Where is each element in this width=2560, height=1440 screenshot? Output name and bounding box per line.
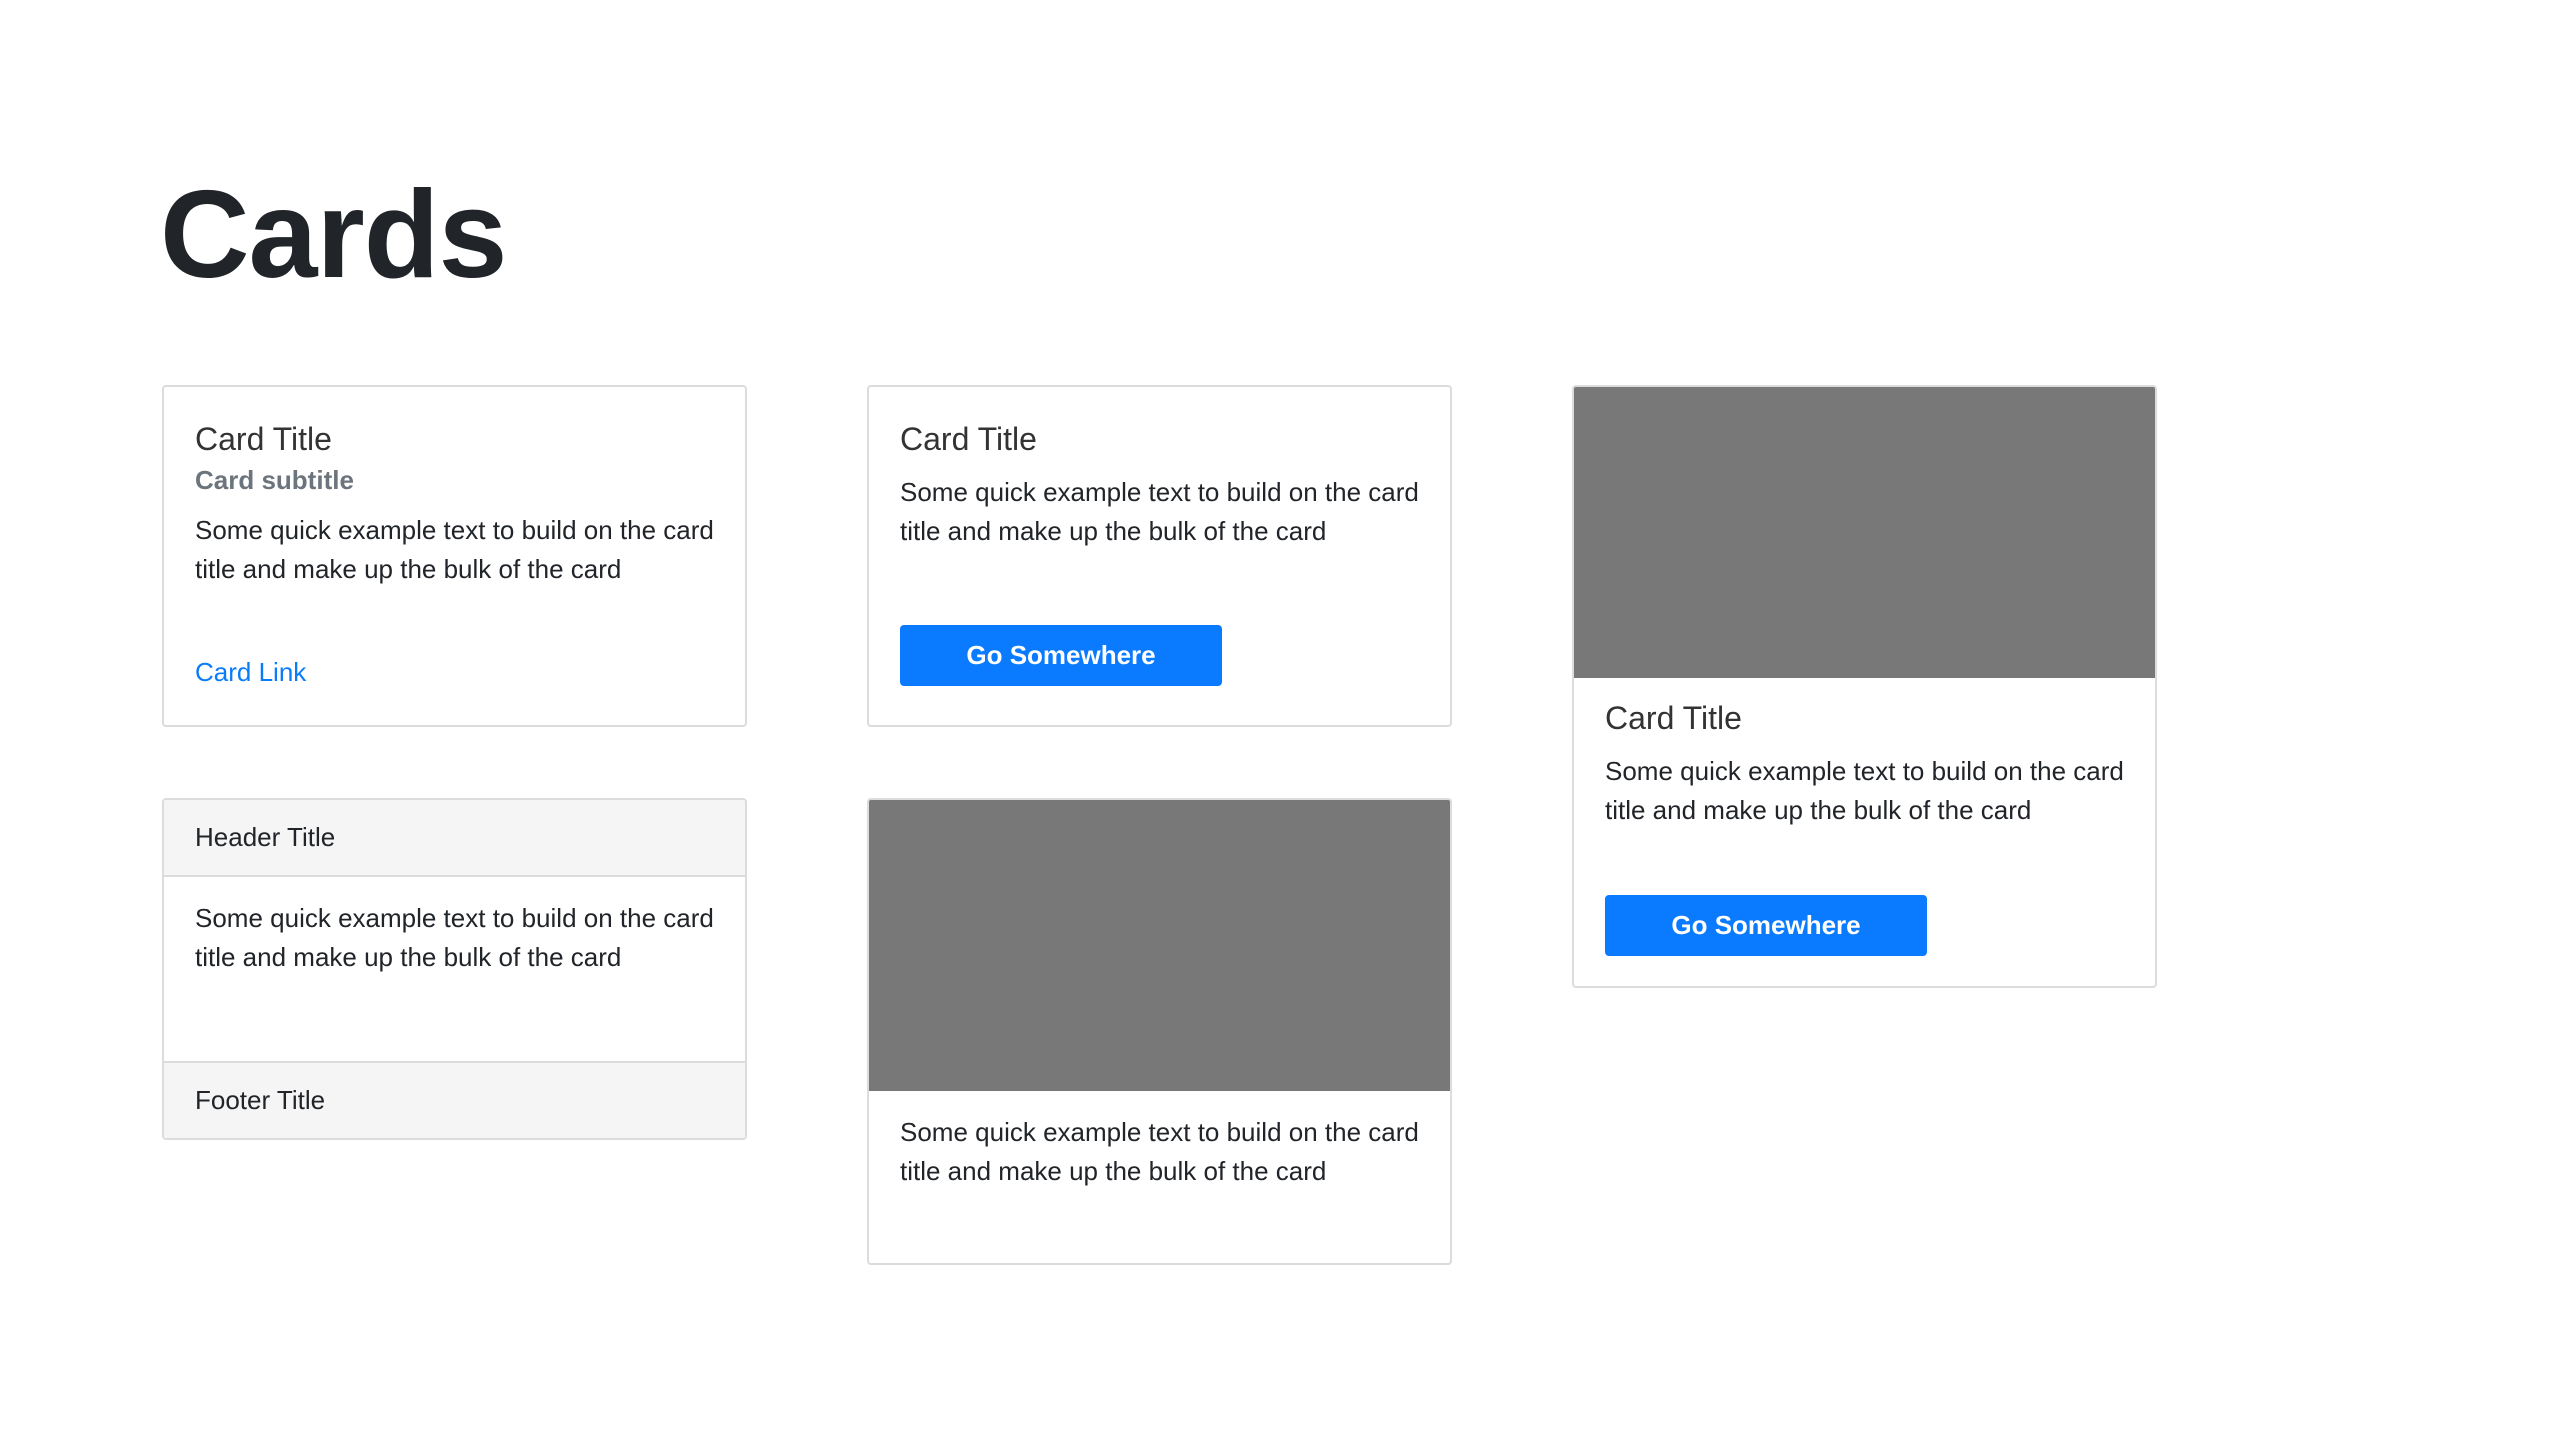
card-with-image: Some quick example text to build on the … <box>867 798 1452 1265</box>
card-footer: Footer Title <box>164 1061 745 1138</box>
card-title: Card Title <box>195 421 332 457</box>
card-image-placeholder <box>869 800 1450 1091</box>
card-body: Card Title Some quick example text to bu… <box>869 387 1450 551</box>
card-text: Some quick example text to build on the … <box>195 515 714 584</box>
go-somewhere-button[interactable]: Go Somewhere <box>900 625 1222 686</box>
card-text: Some quick example text to build on the … <box>195 903 714 972</box>
card-title: Card Title <box>1605 700 1742 736</box>
card-body: Some quick example text to build on the … <box>869 1091 1450 1191</box>
card-subtitle: Card subtitle <box>195 465 354 495</box>
card-body: Card Title Some quick example text to bu… <box>1574 678 2155 830</box>
card-text: Some quick example text to build on the … <box>900 1117 1419 1186</box>
card-with-button: Card Title Some quick example text to bu… <box>867 385 1452 727</box>
card-with-subtitle: Card Title Card subtitle Some quick exam… <box>162 385 747 727</box>
card-with-header-footer: Header Title Some quick example text to … <box>162 798 747 1140</box>
card-with-image-and-button: Card Title Some quick example text to bu… <box>1572 385 2157 988</box>
card-text: Some quick example text to build on the … <box>900 477 1419 546</box>
card-title: Card Title <box>900 421 1037 457</box>
go-somewhere-button[interactable]: Go Somewhere <box>1605 895 1927 956</box>
card-image-placeholder <box>1574 387 2155 678</box>
page-title: Cards <box>160 166 507 304</box>
card-body: Card Title Card subtitle Some quick exam… <box>164 387 745 589</box>
card-header: Header Title <box>164 800 745 877</box>
card-body: Some quick example text to build on the … <box>164 877 745 977</box>
card-text: Some quick example text to build on the … <box>1605 756 2124 825</box>
card-link[interactable]: Card Link <box>195 655 306 689</box>
page: Cards Card Title Card subtitle Some quic… <box>0 0 2560 1440</box>
